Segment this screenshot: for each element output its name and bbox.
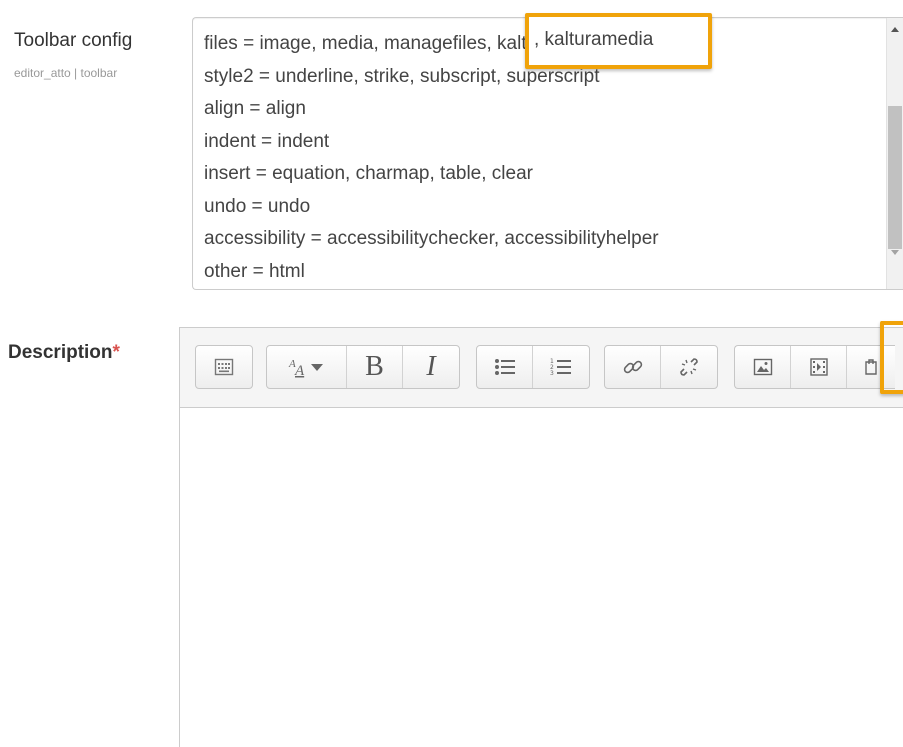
collapse-toolbar-icon	[214, 358, 234, 376]
collapse-group	[195, 345, 253, 389]
config-line-accessibility: accessibility = accessibilitychecker, ac…	[204, 228, 659, 249]
unlink-button[interactable]	[661, 346, 717, 388]
text-format-group: A A B I	[266, 345, 460, 389]
link-icon	[623, 360, 642, 374]
insert-media-icon	[809, 358, 828, 376]
settings-page: Toolbar config editor_atto | toolbar fil…	[0, 0, 903, 747]
description-label: Description*	[8, 342, 120, 364]
unordered-list-button[interactable]	[477, 346, 533, 388]
bold-button[interactable]: B	[347, 346, 403, 388]
config-line-other: other = html	[204, 260, 305, 282]
link-button[interactable]	[605, 346, 661, 388]
unordered-list-icon	[494, 359, 515, 375]
insert-image-button[interactable]	[735, 346, 791, 388]
list-group: 1 2 3	[476, 345, 590, 389]
media-group	[734, 345, 895, 389]
textarea-scrollbar[interactable]	[886, 18, 903, 289]
italic-icon: I	[426, 351, 436, 382]
unlink-icon	[680, 358, 698, 376]
kalturamedia-highlight-text: , kalturamedia	[534, 29, 654, 50]
toolbar-config-sublabel: editor_atto | toolbar	[14, 66, 118, 80]
bold-icon: B	[365, 351, 384, 382]
description-editor: A A B I 1 2 3	[179, 327, 903, 747]
editor-toolbar: A A B I 1 2 3	[180, 328, 903, 408]
config-line-align: align = align	[204, 98, 306, 119]
ordered-list-icon: 1 2 3	[550, 358, 571, 377]
config-line-insert: insert = equation, charmap, table, clear	[204, 163, 533, 184]
italic-button[interactable]: I	[403, 346, 459, 388]
paragraph-styles-icon: A A	[288, 358, 323, 379]
insert-media-button[interactable]	[791, 346, 847, 388]
paragraph-styles-button[interactable]: A A	[267, 346, 347, 388]
svg-text:A: A	[294, 363, 305, 379]
scrollbar-thumb[interactable]	[888, 106, 902, 249]
link-group	[604, 345, 718, 389]
config-line-undo: undo = undo	[204, 195, 311, 217]
ordered-list-button[interactable]: 1 2 3	[533, 346, 589, 388]
scroll-up-arrow-icon[interactable]	[891, 27, 899, 32]
kaltura-button-highlight	[880, 321, 903, 394]
description-editor-content[interactable]	[180, 408, 903, 747]
scroll-down-arrow-icon[interactable]	[891, 250, 899, 255]
toolbar-config-label: Toolbar config	[14, 30, 133, 51]
config-line-indent: indent = indent	[204, 130, 330, 152]
manage-files-icon	[865, 359, 877, 375]
description-label-text: Description	[8, 342, 113, 363]
collapse-toolbar-button[interactable]	[196, 346, 252, 388]
required-asterisk: *	[112, 342, 120, 363]
kalturamedia-highlight: , kalturamedia	[525, 13, 712, 69]
svg-text:3: 3	[550, 370, 554, 377]
insert-image-icon	[753, 358, 772, 376]
